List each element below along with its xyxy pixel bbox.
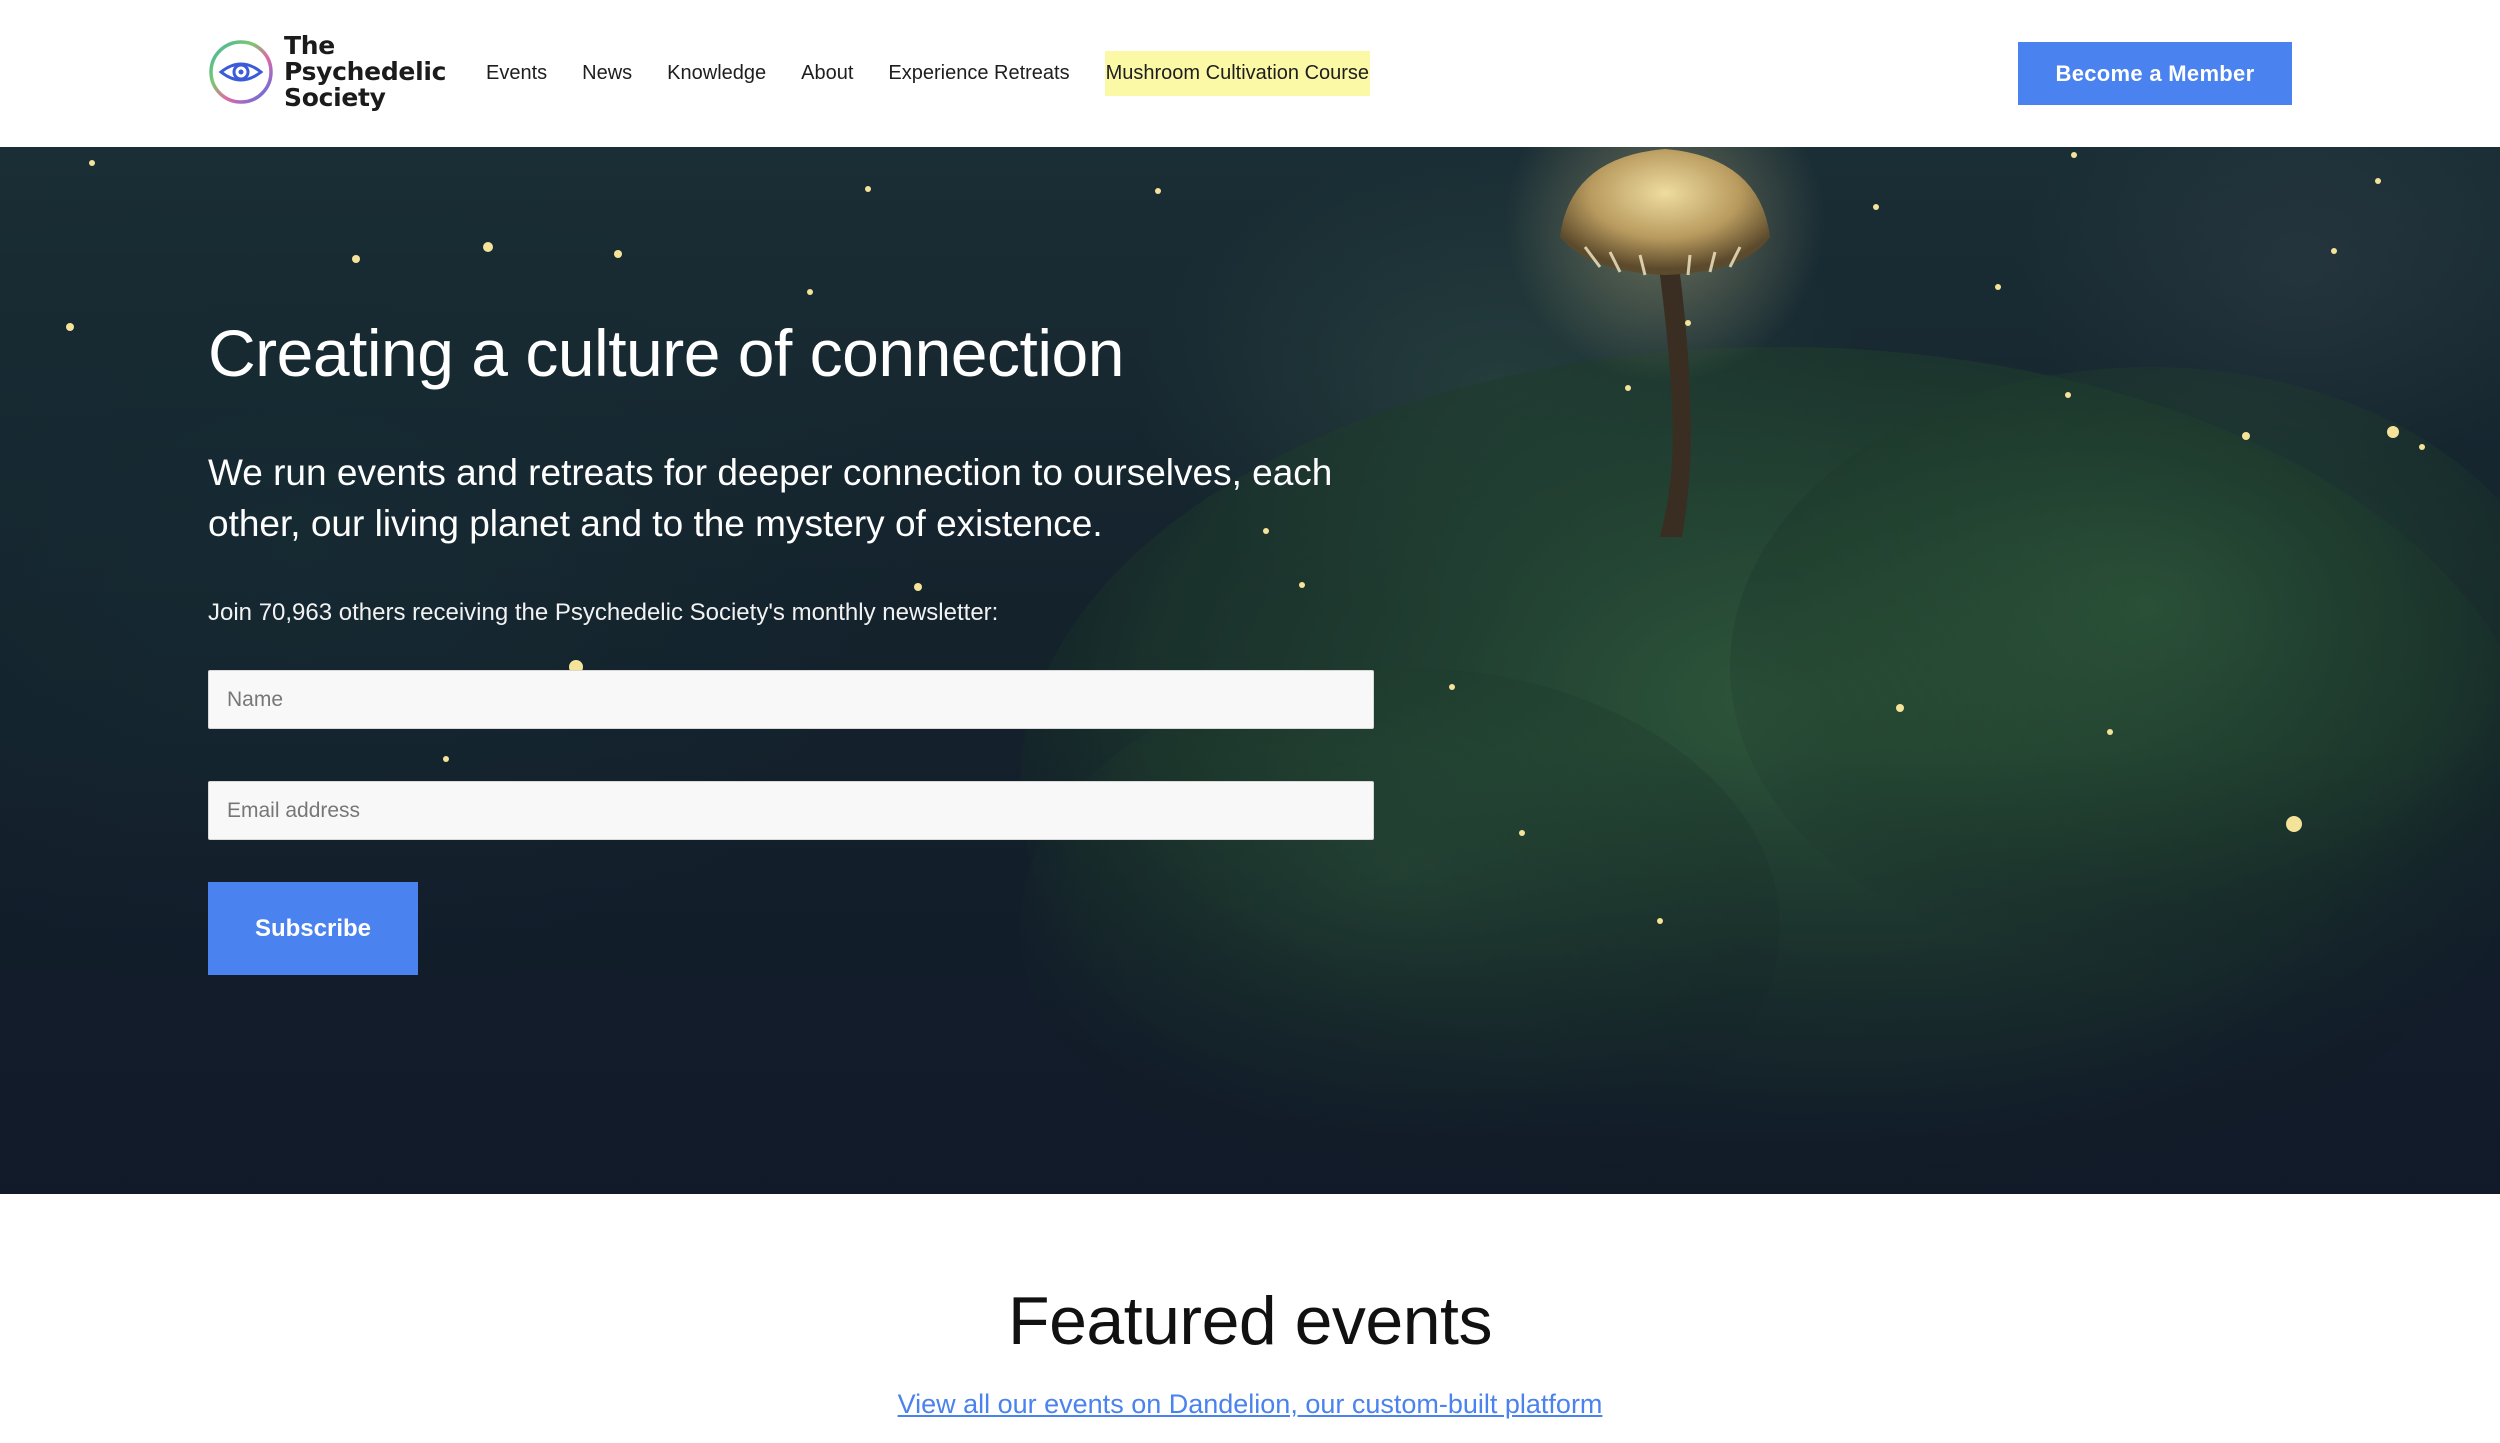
view-all-events-link[interactable]: View all our events on Dandelion, our cu… xyxy=(898,1389,1603,1419)
nav-experience-retreats[interactable]: Experience Retreats xyxy=(888,62,1069,85)
hero-subtitle: We run events and retreats for deeper co… xyxy=(208,452,1333,544)
hero-section: Creating a culture of connection We run … xyxy=(0,147,2500,1194)
brand-name-line: Psychedelic xyxy=(284,57,447,86)
site-logo[interactable]: The Psychedelic Society xyxy=(208,32,446,112)
become-member-button[interactable]: Become a Member xyxy=(2018,42,2292,105)
newsletter-text: Join 70,963 others receiving the Psyched… xyxy=(208,599,999,626)
name-input[interactable] xyxy=(208,670,1374,729)
hero-title: Creating a culture of connection xyxy=(208,316,1124,390)
main-nav: Events News Knowledge About Experience R… xyxy=(486,50,1371,96)
eye-rainbow-circle-icon xyxy=(209,40,273,104)
featured-events-heading: Featured events xyxy=(1008,1283,1492,1359)
brand-name-line: The xyxy=(284,31,335,60)
subscribe-button[interactable]: Subscribe xyxy=(208,882,418,975)
featured-events-link-container: View all our events on Dandelion, our cu… xyxy=(0,1389,2500,1420)
nav-knowledge[interactable]: Knowledge xyxy=(667,62,766,85)
nav-mushroom-cultivation-course[interactable]: Mushroom Cultivation Course xyxy=(1104,50,1371,96)
nav-news[interactable]: News xyxy=(582,62,632,85)
brand-name: The Psychedelic Society xyxy=(284,33,446,111)
email-input[interactable] xyxy=(208,781,1374,840)
nav-about[interactable]: About xyxy=(801,62,853,85)
brand-name-line: Society xyxy=(284,83,386,112)
nav-events[interactable]: Events xyxy=(486,62,547,85)
site-header: The Psychedelic Society Events News Know… xyxy=(0,0,2500,147)
